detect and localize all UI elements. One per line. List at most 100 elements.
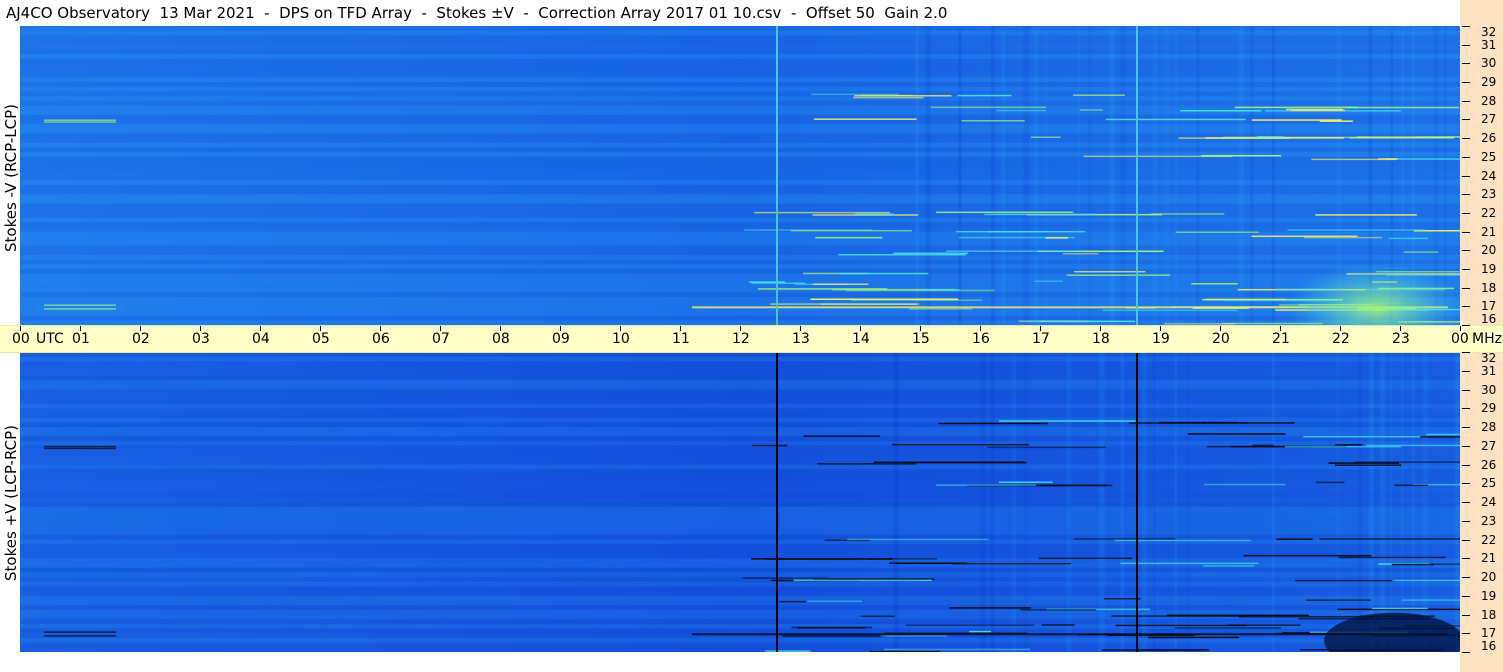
time-tick-label: 17 [1032,331,1050,347]
frequency-band [20,577,1460,582]
interference-streak [782,635,886,637]
interference-streak [1303,435,1429,438]
interference-streak [904,461,1027,464]
time-tick-label: 00 [1451,331,1469,347]
time-band [1358,352,1363,652]
interference-streak [1251,235,1358,238]
frequency-band [20,572,1460,577]
interference-streak [1338,556,1446,559]
interference-streak [1243,554,1372,557]
frequency-tick-label: 30 [1481,56,1497,70]
time-band [1001,26,1006,325]
interference-streak [1175,231,1259,233]
frequency-tick-mark [1462,26,1470,27]
interference-streak [1074,270,1146,273]
time-tick-label: 18 [1092,331,1110,347]
time-tick-label: 06 [372,331,390,347]
time-band [1163,26,1170,325]
time-band [1250,26,1254,325]
frequency-tick-mark [1462,157,1470,158]
frequency-band [20,497,1460,502]
interference-streak [1252,444,1274,447]
interference-streak [1045,237,1068,239]
interference-streak [1391,563,1434,566]
frequency-tick-label: 25 [1481,150,1497,164]
interference-streak [1256,135,1284,138]
time-tick-label: 00 [12,331,30,347]
time-tick-label: 19 [1152,331,1170,347]
interference-streak [1030,136,1061,138]
frequency-band [20,403,1460,409]
interference-streak [44,631,116,633]
interference-streak [44,445,116,448]
frequency-band [20,591,1460,596]
time-band [893,352,899,652]
interference-streak [949,607,1031,609]
time-band [990,26,996,325]
interference-streak [1174,627,1281,629]
frequency-tick-label: 27 [1481,439,1497,453]
interference-streak [1062,252,1099,255]
frequency-band [20,473,1460,479]
frequency-tick-label: 20 [1481,570,1497,584]
time-tick-label: 13 [792,331,810,347]
frequency-tick-label: 17 [1481,626,1497,640]
interference-streak [1426,433,1460,436]
frequency-tick-mark [1462,652,1470,653]
time-band [1174,352,1177,652]
time-band [1066,352,1072,652]
interference-streak [44,635,116,637]
time-marker-line [1136,352,1138,652]
interference-streak [770,303,919,305]
frequency-band [20,394,1460,399]
frequency-tick-label: 19 [1481,589,1497,603]
frequency-tick-label: 17 [1481,299,1497,313]
interference-streak [764,650,811,652]
frequency-band [20,398,1460,404]
frequency-band [20,520,1460,526]
interference-streak [935,484,1037,486]
frequency-tick-mark [1462,194,1470,195]
interference-streak [1102,309,1238,312]
frequency-band [20,436,1460,442]
interference-streak [803,435,881,437]
interference-streak [905,624,1035,626]
frequency-tick-mark [1462,82,1470,83]
time-tick-label: 02 [132,331,150,347]
interference-streak [1101,649,1209,651]
time-band [1196,26,1200,325]
frequency-tick-label: 16 [1481,312,1497,326]
interference-streak [811,93,899,96]
frequency-tick-mark [1462,408,1470,409]
time-tick-label: 12 [732,331,750,347]
frequency-tick-mark [1462,502,1470,503]
interference-streak [1344,106,1460,109]
interference-streak [1158,421,1239,424]
interference-streak [1315,214,1417,216]
time-band [1336,352,1340,652]
frequency-band [20,619,1460,624]
interference-streak [1020,609,1097,611]
time-band [1379,352,1386,652]
interference-streak [1120,562,1259,565]
interference-streak [880,635,948,637]
time-band [1023,26,1030,325]
frequency-band [20,511,1460,517]
frequency-tick-mark [1462,446,1470,447]
frequency-axis-strip-bottom [1460,351,1503,672]
interference-streak [1187,433,1286,435]
frequency-band [20,581,1460,587]
interference-streak [998,481,1053,483]
interference-streak [1315,481,1345,484]
time-band [1044,26,1048,325]
time-band [1271,26,1275,325]
frequency-tick-label: 23 [1481,514,1497,528]
time-band [1120,352,1125,652]
interference-streak [984,213,1096,216]
frequency-tick-mark [1462,101,1470,102]
frequency-band [20,492,1460,498]
frequency-tick-mark [1462,269,1470,270]
interference-streak [1204,483,1286,486]
frequency-band [20,530,1460,535]
frequency-tick-label: 16 [1481,639,1497,653]
